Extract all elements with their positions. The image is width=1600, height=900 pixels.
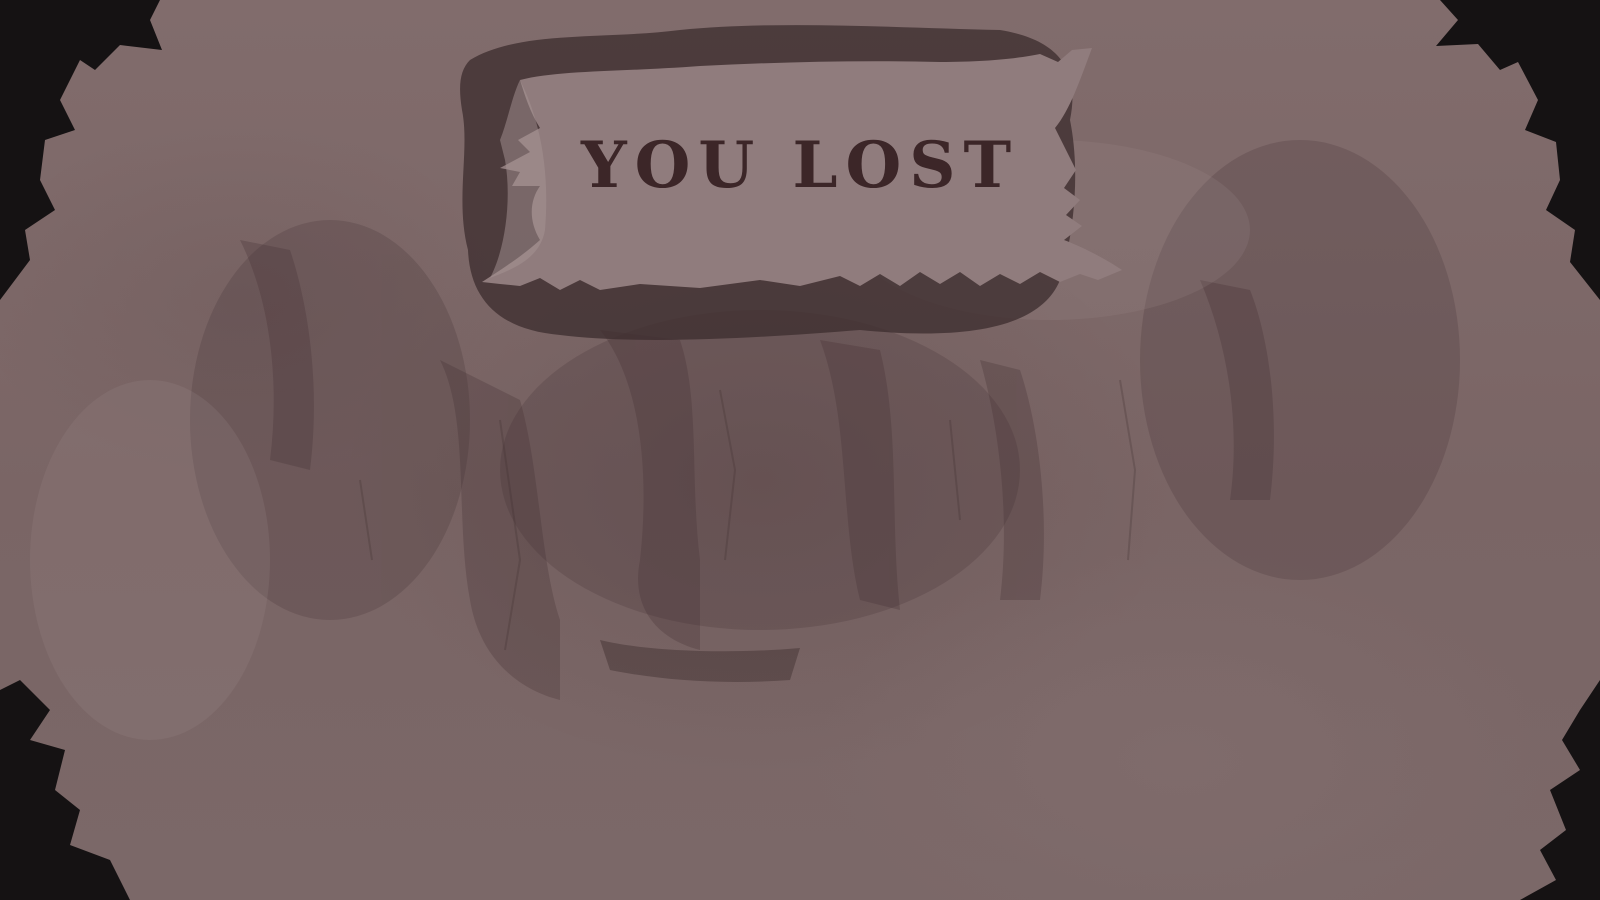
game-over-title: YOU LOST	[580, 128, 1020, 203]
game-over-screen: YOU LOST	[0, 0, 1600, 900]
foliage-corner-top-left-icon	[0, 0, 162, 300]
foliage-corner-bottom-left-icon	[0, 680, 130, 900]
foliage-corner-bottom-right-icon	[1520, 680, 1600, 900]
foliage-corner-top-right-icon	[1436, 0, 1600, 300]
